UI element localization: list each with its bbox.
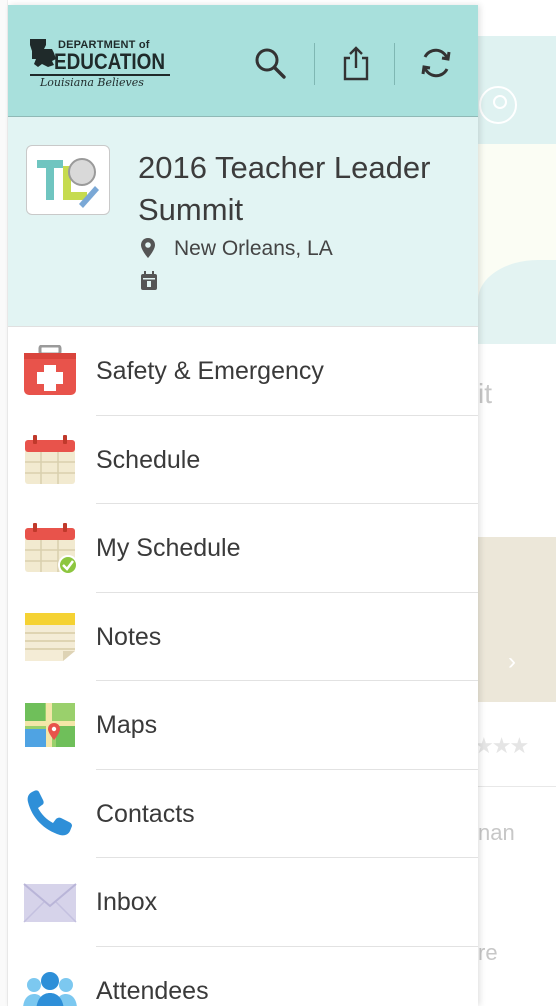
header-separator bbox=[394, 43, 395, 85]
phone-icon bbox=[27, 789, 72, 835]
menu-item-label: Contacts bbox=[96, 799, 195, 828]
background-text-fragment: nan bbox=[478, 820, 515, 845]
background-divider bbox=[478, 786, 556, 787]
notepad-icon bbox=[25, 612, 75, 661]
star-rating-icon: ★★★ bbox=[474, 733, 529, 758]
event-info: 2016 Teacher Leader Summit New Orleans, … bbox=[8, 117, 478, 327]
map-icon bbox=[25, 703, 75, 747]
menu-item-contacts[interactable]: Contacts bbox=[8, 770, 478, 858]
menu-item-notes[interactable]: Notes bbox=[8, 593, 478, 681]
header-separator bbox=[314, 43, 315, 85]
logo-line3: Louisiana Believes bbox=[40, 76, 144, 89]
calendar-check-icon bbox=[25, 523, 78, 574]
menu-item-maps[interactable]: Maps bbox=[8, 681, 478, 770]
calendar-icon bbox=[25, 434, 75, 484]
menu-item-safety[interactable]: Safety & Emergency bbox=[8, 327, 478, 416]
background-text-fragment: re bbox=[478, 940, 498, 965]
menu-item-label: Safety & Emergency bbox=[96, 357, 324, 385]
share-button[interactable] bbox=[336, 43, 376, 83]
menu-item-label: My Schedule bbox=[96, 534, 241, 562]
menu-item-my-schedule[interactable]: My Schedule bbox=[8, 504, 478, 593]
drawer-header: DEPARTMENT of EDUCATION Louisiana Believ… bbox=[8, 5, 478, 117]
event-location: New Orleans, LA bbox=[174, 237, 333, 260]
drawer-menu: Safety & Emergency Schedule My Schedule … bbox=[8, 327, 478, 1006]
search-button[interactable] bbox=[250, 43, 290, 83]
menu-item-label: Inbox bbox=[96, 888, 158, 916]
logo-line2: EDUCATION bbox=[54, 49, 166, 74]
background-map-card bbox=[478, 537, 556, 702]
background-edge bbox=[0, 0, 8, 1006]
envelope-icon bbox=[23, 883, 77, 923]
calendar-small-icon bbox=[141, 271, 157, 290]
menu-item-label: Notes bbox=[96, 622, 162, 651]
refresh-icon bbox=[421, 48, 451, 78]
refresh-button[interactable] bbox=[416, 43, 456, 83]
share-icon bbox=[343, 46, 369, 81]
department-of-education-logo: DEPARTMENT of EDUCATION Louisiana Believ… bbox=[28, 37, 178, 93]
menu-item-label: Maps bbox=[96, 711, 158, 739]
event-logo bbox=[26, 145, 110, 215]
event-logo-graphic bbox=[37, 158, 99, 208]
menu-item-label: Attendees bbox=[96, 976, 209, 1005]
background-text-fragment: it bbox=[478, 378, 492, 409]
chevron-right-icon: › bbox=[508, 648, 516, 675]
event-title: 2016 Teacher Leader Summit bbox=[138, 150, 431, 227]
menu-item-attendees[interactable]: Attendees bbox=[8, 947, 478, 1006]
menu-item-schedule[interactable]: Schedule bbox=[8, 416, 478, 504]
menu-item-inbox[interactable]: Inbox bbox=[8, 858, 478, 947]
avatar-icon bbox=[479, 86, 517, 124]
first-aid-kit-icon bbox=[24, 345, 76, 395]
location-pin-icon bbox=[141, 238, 155, 258]
people-icon bbox=[23, 971, 77, 1006]
search-icon bbox=[255, 48, 286, 79]
navigation-drawer: DEPARTMENT of EDUCATION Louisiana Believ… bbox=[8, 5, 478, 1006]
menu-item-label: Schedule bbox=[96, 445, 201, 474]
